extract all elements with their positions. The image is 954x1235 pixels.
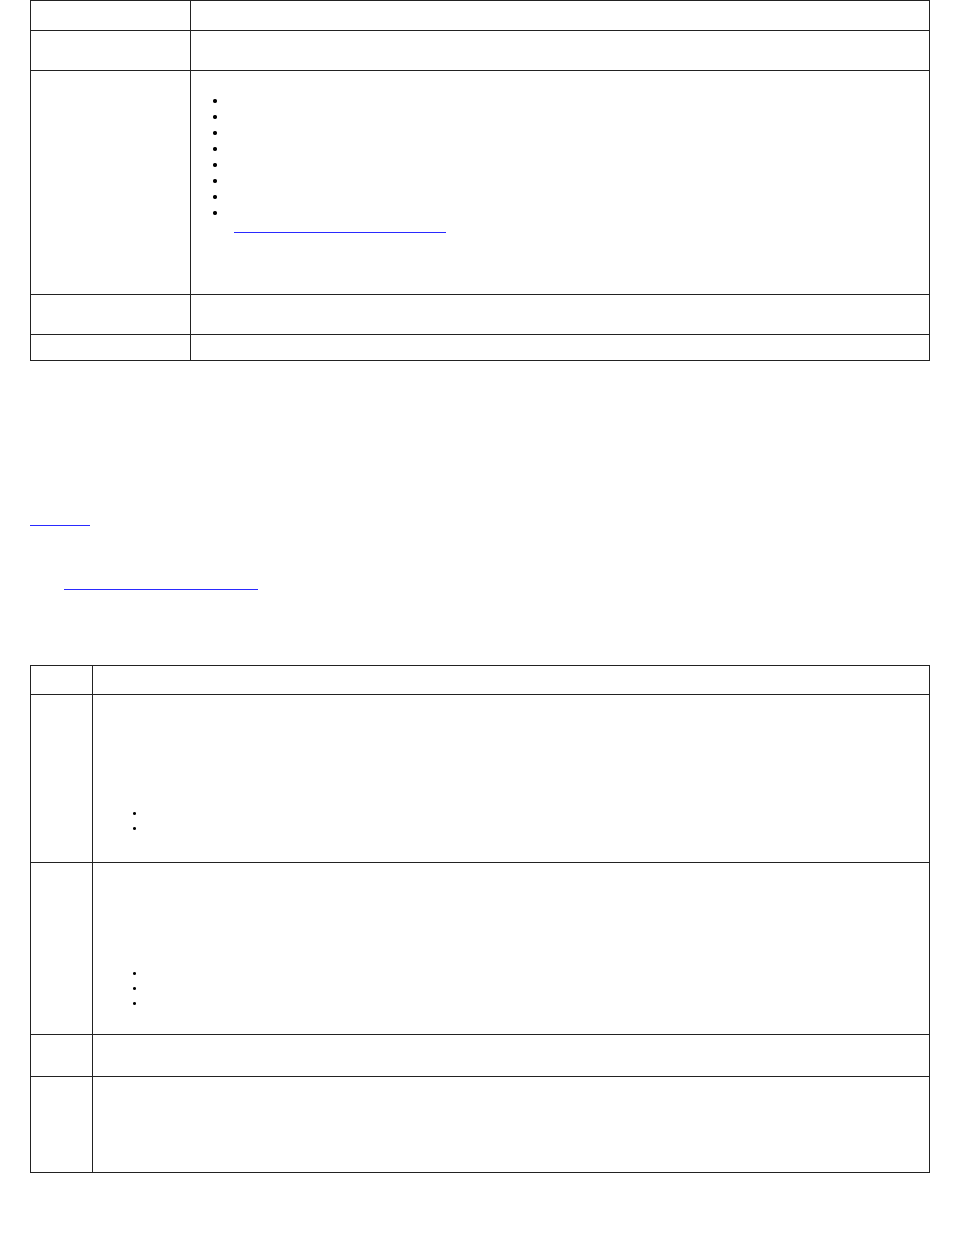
t2-r4-c1 [92,1077,929,1173]
t2-r0-c1 [92,666,929,695]
t1-r0-c0 [31,1,191,31]
t1-r0-c1 [190,1,929,31]
t2-r2-bullet-1 [146,966,928,981]
t1-r3-c1 [190,295,929,335]
t1-inline-link[interactable] [234,232,446,233]
top-table [30,0,930,361]
t2-r3-c1 [92,1035,929,1077]
t2-r1-bullet-list [146,806,928,836]
t1-bullet-6 [227,172,928,188]
t1-r2-c1 [190,71,929,295]
t1-bullet-7 [227,188,928,204]
t2-r1-c1 [92,695,929,863]
t1-r3-c0 [31,295,191,335]
t1-r1-c1 [190,31,929,71]
t2-r3-c0 [31,1035,93,1077]
t2-r2-bullet-3 [146,996,928,1011]
body-link-1[interactable] [30,511,90,526]
bottom-table [30,665,930,1173]
t2-r2-bullet-list [146,966,928,1011]
t2-r1-c0 [31,695,93,863]
t1-bullet-2 [227,108,928,124]
t2-r4-c0 [31,1077,93,1173]
t1-bullet-list [227,92,928,220]
t2-r2-bullet-2 [146,981,928,996]
t2-r2-c0 [31,863,93,1035]
body-link-2[interactable] [64,575,258,590]
t1-bullet-1 [227,92,928,108]
t1-r4-c0 [31,335,191,361]
t1-r2-c0 [31,71,191,295]
t1-bullet-5 [227,156,928,172]
t1-bullet-4 [227,140,928,156]
t1-r1-c0 [31,31,191,71]
t1-r4-c1 [190,335,929,361]
t2-r0-c0 [31,666,93,695]
t1-bullet-3 [227,124,928,140]
t2-r1-bullet-2 [146,821,928,836]
t2-r1-bullet-1 [146,806,928,821]
t1-bullet-8 [227,204,928,220]
t2-r2-c1 [92,863,929,1035]
